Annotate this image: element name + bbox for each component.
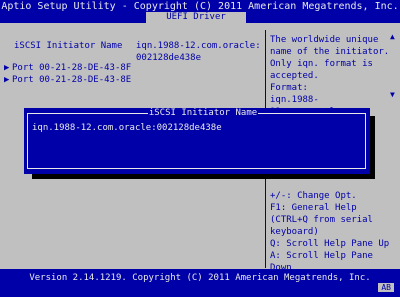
scroll-up-icon[interactable]: ▲ xyxy=(390,32,395,41)
input-dialog: iSCSI Initiator Name iqn.1988-12.com.ora… xyxy=(24,108,370,174)
post-code-badge: AB xyxy=(378,283,394,292)
initiator-name-value[interactable]: iqn.1988-12.com.oracle:002128de438e xyxy=(136,40,264,64)
submenu-arrow-icon: ▶ xyxy=(4,75,10,85)
bios-screen: Aptio Setup Utility - Copyright (C) 2011… xyxy=(0,0,400,297)
footer-bar: Version 2.14.1219. Copyright (C) 2011 Am… xyxy=(0,269,400,297)
submenu-arrow-icon: ▶ xyxy=(4,63,10,73)
initiator-name-label[interactable]: iSCSI Initiator Name xyxy=(14,40,122,52)
port-item-1[interactable]: ▶ Port 00-21-28-DE-43-8F xyxy=(4,62,131,74)
dialog-text-input[interactable]: iqn.1988-12.com.oracle:002128de438e xyxy=(32,122,222,134)
port-label: Port 00-21-28-DE-43-8E xyxy=(12,75,132,85)
help-description: The worldwide unique name of the initiat… xyxy=(270,35,390,117)
tab-uefi-driver-control[interactable]: UEFI Driver Control xyxy=(146,12,246,33)
title-bar: Aptio Setup Utility - Copyright (C) 2011… xyxy=(0,0,400,33)
dialog-title: iSCSI Initiator Name xyxy=(148,108,258,118)
scroll-down-icon[interactable]: ▼ xyxy=(390,90,395,99)
port-label: Port 00-21-28-DE-43-8F xyxy=(12,63,132,73)
footer-version: Version 2.14.1219. Copyright (C) 2011 Am… xyxy=(29,273,371,283)
port-item-2[interactable]: ▶ Port 00-21-28-DE-43-8E xyxy=(4,74,131,86)
